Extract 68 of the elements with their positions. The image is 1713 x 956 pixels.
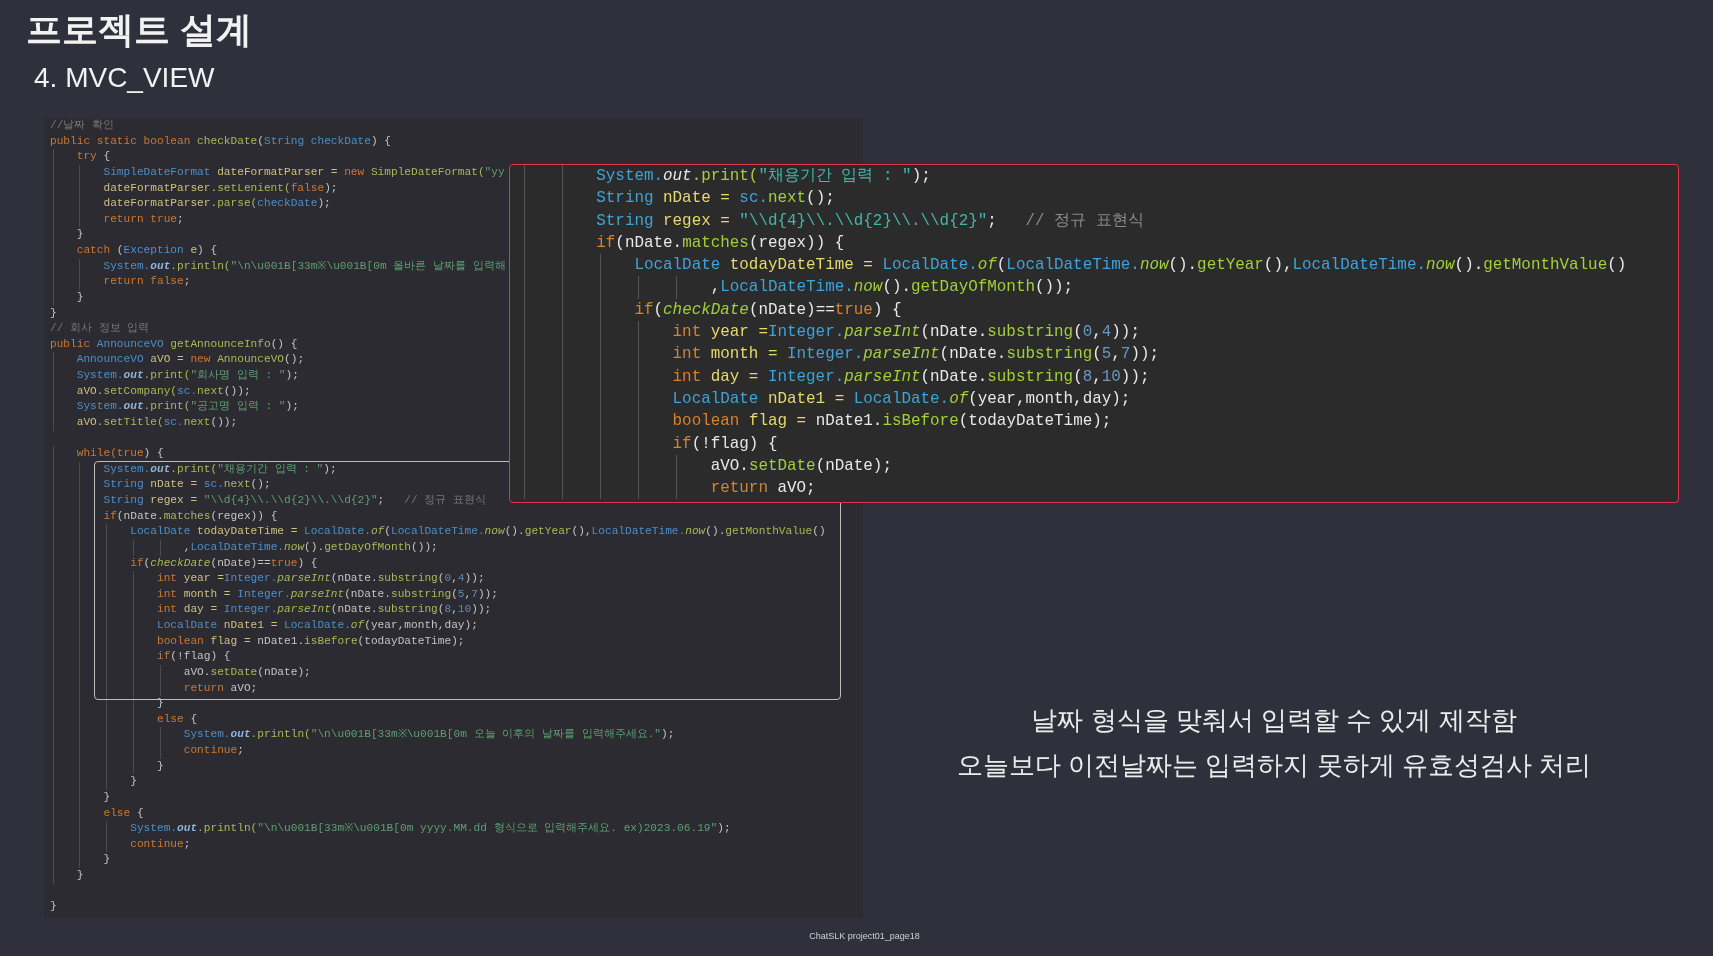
code-line: if(!flag) { (50, 649, 231, 665)
code-line: public AnnounceVO getAnnounceInfo() { (50, 336, 298, 352)
code-line: else { (50, 805, 144, 822)
description-line: 날짜 형식을 맞춰서 입력할 수 있게 제작함 (1031, 704, 1517, 737)
code-line: LocalDate nDate1 = LocalDate.of(year,month,day); (50, 618, 478, 634)
code-line: aVO.setTitle(sc.next()); (50, 414, 238, 431)
code-line: LocalDate todayDateTime = LocalDate.of(LocalDateTime.now().getYear(),LocalDateTime.now().getMonthValue() (50, 524, 826, 540)
slide-subtitle: 4. MVC_VIEW (34, 61, 215, 95)
code-line: } (50, 868, 84, 884)
code-line: dateFormatParser.setLenient(false); (50, 180, 338, 197)
code-line: } (50, 789, 111, 806)
code-line: System.out.println("\n\u001B[33m※\u001B[0m 오늘 이후의 날짜를 입력해주세요."); (50, 727, 675, 743)
code-line: return aVO; (520, 477, 816, 500)
code-line: public static boolean checkDate(String checkDate) { (50, 133, 391, 149)
code-line: return true; (50, 211, 184, 228)
code-line: } (50, 774, 137, 790)
code-line: if(nDate.matches(regex)) { (520, 231, 845, 255)
code-line: boolean flag = nDate1.isBefore(todayDateTime); (50, 633, 465, 650)
code-line: System.out.println("\n\u001B[33m※\u001B[0m yyyy.MM.dd 형식으로 입력해주세요. ex)2023.06.19"); (50, 821, 731, 837)
code-line: String regex = "\\d{4}\\.\\d{2}\\.\\d{2}"; // 정규 표현식 (520, 209, 1144, 232)
code-line: } (50, 852, 111, 868)
code-line: } (50, 758, 164, 775)
code-line: //날짜 확인 (50, 118, 115, 133)
code-line: continue; (50, 836, 191, 853)
code-line: System.out.print("회사명 입력 : "); (50, 368, 299, 384)
code-line: } (50, 227, 84, 243)
code-line: try { (50, 149, 111, 165)
code-line: aVO.setDate(nDate); (520, 454, 892, 478)
code-line: aVO.setCompany(sc.next()); (50, 383, 251, 400)
code-line: boolean flag = nDate1.isBefore(todayDateTime); (520, 410, 1112, 433)
code-line: System.out.print("채용기간 입력 : "); (50, 461, 337, 478)
code-line: int month = Integer.parseInt(nDate.substring(5,7)); (520, 343, 1159, 366)
code-line: // 회사 정보 입력 (50, 321, 150, 337)
code-line: return false; (50, 274, 191, 290)
code-line: System.out.println("\n\u001B[33m※\u001B[0m 올바른 날짜를 입력해 (50, 258, 506, 275)
code-line: LocalDate todayDateTime = LocalDate.of(LocalDateTime.now().getYear(),LocalDateTime.now().getMonthValue() (520, 254, 1627, 277)
code-line: if(nDate.matches(regex)) { (50, 508, 278, 525)
code-line: return aVO; (50, 680, 258, 697)
code-line: ,LocalDateTime.now().getDayOfMonth()); (520, 276, 1074, 299)
code-line: ,LocalDateTime.now().getDayOfMonth()); (50, 539, 438, 556)
code-line: int day = Integer.parseInt(nDate.substring(8,10)); (50, 602, 492, 618)
code-line: } (50, 305, 57, 321)
code-line: String nDate = sc.next(); (50, 477, 271, 493)
code-line: String regex = "\\d{4}\\.\\d{2}\\.\\d{2}"; // 정규 표현식 (50, 493, 487, 509)
code-line: int month = Integer.parseInt(nDate.substring(5,7)); (50, 586, 498, 603)
code-line: SimpleDateFormat dateFormatParser = new SimpleDateFormat("yy (50, 164, 505, 181)
code-line: System.out.print("공고명 입력 : "); (50, 399, 299, 415)
code-line: catch (Exception e) { (50, 243, 218, 259)
description-line: 오늘보다 이전날짜는 입력하지 못하게 유효성검사 처리 (956, 749, 1592, 782)
code-line: if(checkDate(nDate)==true) { (520, 298, 902, 322)
code-line: while(true) { (50, 446, 164, 462)
code-line: System.out.print("채용기간 입력 : "); (520, 165, 931, 188)
code-line: LocalDate nDate1 = LocalDate.of(year,month,day); (520, 387, 1131, 411)
code-line: continue; (50, 743, 244, 759)
code-line: dateFormatParser.parse(checkDate); (50, 196, 331, 212)
code-line: } (50, 899, 57, 915)
code-line: int year =Integer.parseInt(nDate.substring(0,4)); (520, 321, 1140, 344)
code-line: aVO.setDate(nDate); (50, 664, 311, 681)
code-line: AnnounceVO aVO = new AnnounceVO(); (50, 352, 305, 368)
footer-caption: ChatSLK project01_page18 (809, 930, 920, 944)
code-line: else { (50, 711, 198, 728)
code-line: } (50, 289, 84, 306)
code-line: if(!flag) { (520, 432, 778, 455)
code-line: int year =Integer.parseInt(nDate.substring(0,4)); (50, 571, 485, 587)
slide-title: 프로젝트 설계 (26, 8, 252, 52)
code-line: String nDate = sc.next(); (520, 187, 835, 210)
code-line: int day = Integer.parseInt(nDate.substring(8,10)); (520, 365, 1150, 388)
code-line: if(checkDate(nDate)==true) { (50, 555, 318, 572)
